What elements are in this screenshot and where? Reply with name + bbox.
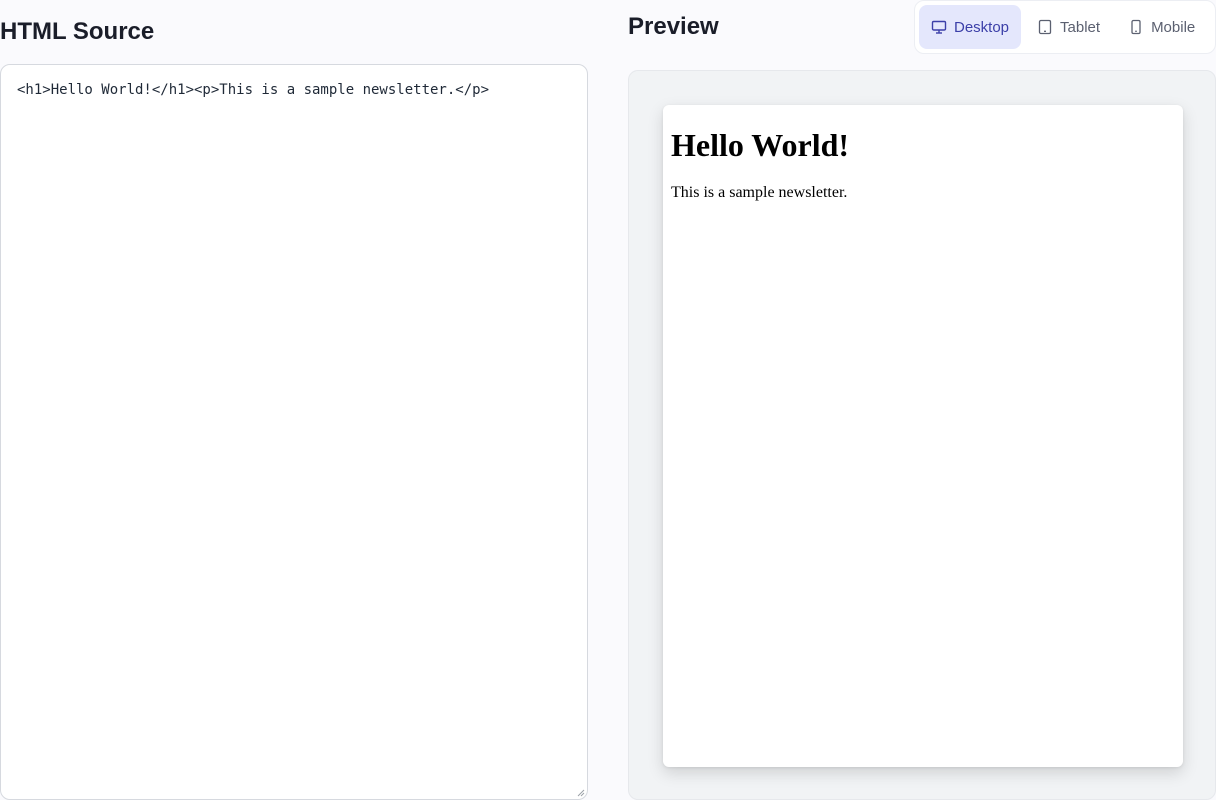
- tablet-label: Tablet: [1060, 18, 1101, 36]
- html-source-textarea[interactable]: <h1>Hello World!</h1><p>This is a sample…: [0, 64, 588, 800]
- desktop-button[interactable]: Desktop: [919, 5, 1022, 49]
- desktop-label: Desktop: [954, 18, 1010, 36]
- newsletter-editor-app: HTML Source <h1>Hello World!</h1><p>This…: [0, 0, 1216, 800]
- preview-panel: Hello World! This is a sample newsletter…: [628, 70, 1216, 800]
- preview-heading: Hello World!: [671, 127, 850, 163]
- monitor-icon: [931, 20, 947, 34]
- tablet-icon: [1038, 19, 1052, 35]
- preview-paragraph: This is a sample newsletter.: [671, 184, 848, 201]
- tablet-button[interactable]: Tablet: [1025, 5, 1112, 49]
- source-title: HTML Source: [0, 18, 155, 45]
- mobile-label: Mobile: [1151, 18, 1196, 36]
- mobile-button[interactable]: Mobile: [1116, 5, 1207, 49]
- smartphone-icon: [1131, 19, 1141, 35]
- device-toggle: Desktop Tablet Mobile: [914, 0, 1216, 54]
- preview-frame: Hello World! This is a sample newsletter…: [663, 105, 1183, 767]
- resize-handle-icon[interactable]: [577, 789, 585, 797]
- preview-title: Preview: [628, 13, 719, 40]
